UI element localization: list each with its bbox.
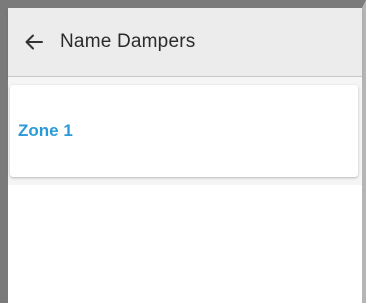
content-area: Zone 1 [8,77,362,303]
arrow-left-icon [25,34,43,50]
device-frame: Name Dampers Zone 1 [0,0,366,303]
screen: Name Dampers Zone 1 [8,8,362,303]
zone-card[interactable]: Zone 1 [10,85,358,177]
app-bar: Name Dampers [8,8,362,77]
page-title: Name Dampers [60,31,196,52]
empty-list-area [8,185,362,303]
back-button[interactable] [18,26,50,58]
zone-name-label: Zone 1 [18,121,73,140]
